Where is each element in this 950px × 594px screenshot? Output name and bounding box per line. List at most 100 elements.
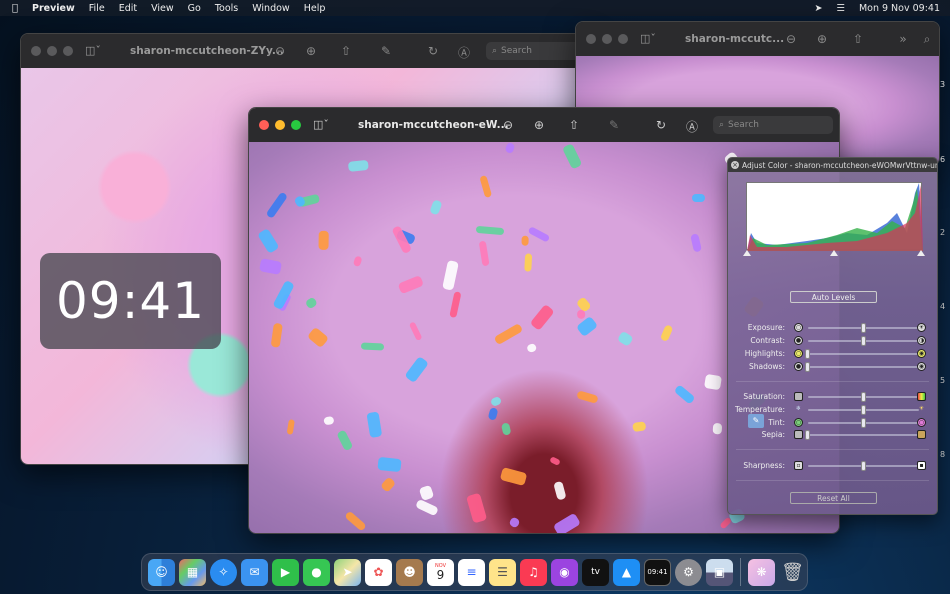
clock-widget[interactable]: 09:41 xyxy=(40,253,221,349)
histogram[interactable] xyxy=(746,182,923,251)
annotate-icon[interactable]: Ⓐ xyxy=(455,44,473,61)
black-point-marker[interactable] xyxy=(743,250,751,256)
zoom-out-icon[interactable]: ⊖ xyxy=(782,32,800,46)
panel-titlebar[interactable]: × Adjust Color - sharon-mccutcheon-eWOMw… xyxy=(728,158,937,172)
menubar-datetime[interactable]: Mon 9 Nov 09:41 xyxy=(859,3,940,14)
more-toolbar-icon[interactable]: » xyxy=(894,32,912,46)
menu-window[interactable]: Window xyxy=(252,3,289,14)
apple-menu-icon[interactable]:  xyxy=(12,3,18,14)
slider-knob[interactable] xyxy=(860,461,866,471)
search-field[interactable]: ⌕ Search xyxy=(713,116,833,134)
slider-track[interactable] xyxy=(805,362,919,372)
mail-icon[interactable]: ✉ xyxy=(241,558,268,586)
launchpad-icon[interactable]: ▦ xyxy=(179,558,206,586)
zoom-in-icon[interactable]: ⊕ xyxy=(813,32,831,46)
slider-knob[interactable] xyxy=(805,349,810,359)
slider-highlights[interactable]: Highlights: ○ ◉ xyxy=(728,348,937,360)
app-store-icon[interactable]: ▲ xyxy=(613,558,640,586)
menu-tools[interactable]: Tools xyxy=(215,3,238,14)
window-titlebar[interactable]: ◫ˇ sharon-mccutcheon-eW... ⊖ ⊕ ⇧ ✎ ↻ Ⓐ ⌕… xyxy=(249,108,839,142)
messages-icon[interactable]: ● xyxy=(303,558,330,586)
slider-track[interactable] xyxy=(808,336,919,346)
slider-knob[interactable] xyxy=(860,418,866,428)
contacts-icon[interactable]: ☻ xyxy=(396,558,423,586)
menu-edit[interactable]: Edit xyxy=(119,3,137,14)
close-button[interactable] xyxy=(31,46,41,56)
markup-pen-icon[interactable]: ✎ xyxy=(605,118,623,132)
slider-knob[interactable] xyxy=(860,336,866,346)
slider-track[interactable] xyxy=(808,323,919,333)
slider-track[interactable] xyxy=(805,430,919,440)
sidebar-toggle-icon[interactable]: ◫ˇ xyxy=(640,32,656,45)
menu-go[interactable]: Go xyxy=(188,3,201,14)
slider-knob[interactable] xyxy=(805,362,810,372)
share-icon[interactable]: ⇧ xyxy=(565,118,583,132)
slider-shadows[interactable]: Shadows: ● ◉ xyxy=(728,361,937,373)
safari-icon[interactable]: ✧ xyxy=(210,558,237,586)
preview-icon[interactable]: ▣ xyxy=(706,558,733,586)
slider-track[interactable] xyxy=(808,405,919,415)
trash-icon[interactable]: 🗑 xyxy=(779,559,806,586)
menu-view[interactable]: View xyxy=(151,3,174,14)
slider-exposure[interactable]: Exposure: ○ ☀ xyxy=(728,322,937,334)
window-titlebar[interactable]: ◫ˇ sharon-mccutc... ⊖ ⊕ ⇧ » ⌕ xyxy=(576,22,939,56)
slider-sepia[interactable]: Sepia: xyxy=(728,429,937,441)
search-icon[interactable]: ⌕ xyxy=(918,32,936,47)
minimize-button[interactable] xyxy=(602,34,612,44)
window-titlebar[interactable]: ◫ˇ sharon-mccutcheon-ZYy... ⊖ ⊕ ⇧ ✎ ↻ Ⓐ … xyxy=(21,34,589,68)
slider-track[interactable] xyxy=(808,461,919,471)
eyedropper-icon[interactable]: ✎ xyxy=(748,414,764,428)
slider-contrast[interactable]: Contrast: ● ◑ xyxy=(728,335,937,347)
menu-help[interactable]: Help xyxy=(304,3,326,14)
search-field[interactable]: ⌕ Search xyxy=(486,42,581,60)
rotate-icon[interactable]: ↻ xyxy=(424,44,442,58)
slider-knob[interactable] xyxy=(860,323,866,333)
zoom-out-icon[interactable]: ⊖ xyxy=(499,118,517,132)
zoom-button[interactable] xyxy=(63,46,73,56)
share-icon[interactable]: ⇧ xyxy=(849,32,867,46)
slider-track[interactable] xyxy=(808,418,919,428)
reminders-icon[interactable]: ≡ xyxy=(458,558,485,586)
maps-icon[interactable]: ➤ xyxy=(334,558,361,586)
sprinkles-folder-icon[interactable]: ❋ xyxy=(748,558,775,586)
zoom-button[interactable] xyxy=(618,34,628,44)
slider-saturation[interactable]: Saturation: xyxy=(728,391,937,403)
minimize-button[interactable] xyxy=(47,46,57,56)
adjust-color-panel[interactable]: × Adjust Color - sharon-mccutcheon-eWOMw… xyxy=(727,157,938,515)
reset-all-button[interactable]: Reset All xyxy=(790,492,877,504)
facetime-icon[interactable]: ▶ xyxy=(272,558,299,586)
close-icon[interactable]: × xyxy=(731,161,739,169)
slider-sharpness[interactable]: Sharpness: ▫ ▪ xyxy=(728,460,937,472)
zoom-in-icon[interactable]: ⊕ xyxy=(530,118,548,132)
zoom-button[interactable] xyxy=(291,120,301,130)
rotate-icon[interactable]: ↻ xyxy=(652,118,670,132)
location-icon[interactable]: ➤ xyxy=(814,3,822,14)
close-button[interactable] xyxy=(586,34,596,44)
menu-app-name[interactable]: Preview xyxy=(32,3,75,14)
markup-pen-icon[interactable]: ✎ xyxy=(377,44,395,58)
podcasts-icon[interactable]: ◉ xyxy=(551,558,578,586)
auto-levels-button[interactable]: Auto Levels xyxy=(790,291,877,303)
sidebar-toggle-icon[interactable]: ◫ˇ xyxy=(313,118,329,131)
system-preferences-icon[interactable]: ⚙ xyxy=(675,558,702,586)
close-button[interactable] xyxy=(259,120,269,130)
zoom-in-icon[interactable]: ⊕ xyxy=(302,44,320,58)
clock-icon[interactable]: 09:41 xyxy=(644,558,671,586)
slider-track[interactable] xyxy=(805,349,919,359)
share-icon[interactable]: ⇧ xyxy=(337,44,355,58)
photos-icon[interactable]: ✿ xyxy=(365,558,392,586)
annotate-icon[interactable]: Ⓐ xyxy=(683,118,701,135)
finder-icon[interactable]: ☺ xyxy=(148,558,175,586)
slider-track[interactable] xyxy=(808,392,919,402)
control-center-icon[interactable]: ☰ xyxy=(836,3,845,14)
slider-tint[interactable]: ✎ Tint: ○ ○ xyxy=(728,414,937,429)
music-icon[interactable]: ♫ xyxy=(520,558,547,586)
slider-knob[interactable] xyxy=(805,430,810,440)
sidebar-toggle-icon[interactable]: ◫ˇ xyxy=(85,44,101,57)
zoom-out-icon[interactable]: ⊖ xyxy=(271,44,289,58)
slider-knob[interactable] xyxy=(860,405,866,415)
midtone-marker[interactable] xyxy=(830,250,838,256)
slider-knob[interactable] xyxy=(860,392,866,402)
tv-icon[interactable]: tv xyxy=(582,558,609,586)
calendar-icon[interactable]: NOV 9 xyxy=(427,558,454,586)
